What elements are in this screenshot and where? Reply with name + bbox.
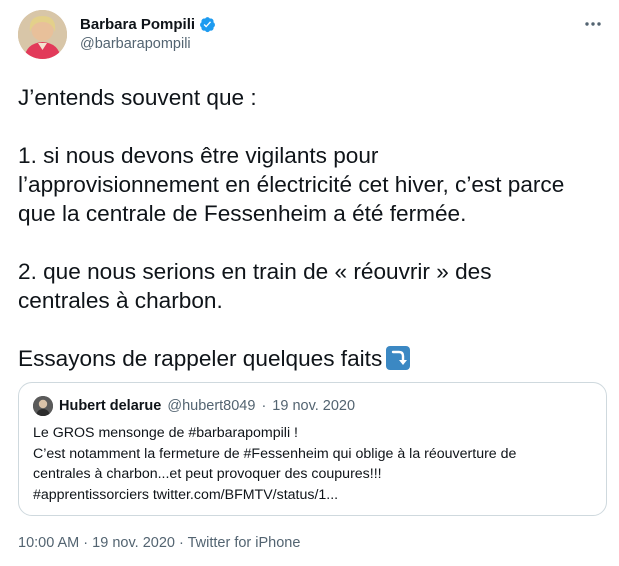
quoted-author-handle: @hubert8049 xyxy=(167,398,256,414)
tweet-line: 1. si nous devons être vigilants pour xyxy=(18,143,379,168)
tweet-line: l’approvisionnement en électricité cet h… xyxy=(18,172,565,197)
quoted-tweet[interactable]: Hubert delarue @hubert8049 · 19 nov. 202… xyxy=(18,382,607,516)
tweet-closing-text: Essayons de rappeler quelques faits xyxy=(18,346,383,371)
verified-badge-icon xyxy=(199,16,216,33)
quoted-line: Le GROS mensonge de #barbarapompili ! xyxy=(33,425,298,441)
tweet-line: centrales à charbon. xyxy=(18,288,223,313)
tweet-source[interactable]: Twitter for iPhone xyxy=(188,535,301,551)
tweet-line: J’entends souvent que : xyxy=(18,85,257,110)
author-name[interactable]: Barbara Pompili xyxy=(80,16,195,33)
tweet-date[interactable]: 19 nov. 2020 xyxy=(92,535,175,551)
quoted-line: #apprentissorciers twitter.com/BFMTV/sta… xyxy=(33,486,339,503)
tweet-line: 2. que nous serions en train de « réouvr… xyxy=(18,259,492,284)
tweet-closing-line: Essayons de rappeler quelques faits xyxy=(18,344,603,373)
separator-dot: · xyxy=(83,535,89,551)
right-arrow-curving-down-icon xyxy=(386,346,411,370)
more-horizontal-icon xyxy=(585,22,601,26)
separator-dot: · xyxy=(261,398,267,414)
author-handle[interactable]: @barbarapompili xyxy=(80,36,216,52)
quoted-date: 19 nov. 2020 xyxy=(272,398,356,414)
tweet-line: que la centrale de Fessenheim a été ferm… xyxy=(18,201,467,226)
quoted-tweet-text: Le GROS mensonge de #barbarapompili ! C’… xyxy=(33,423,598,505)
quoted-author-avatar xyxy=(33,396,53,416)
tweet-card: Barbara Pompili @barbarapompili J’entend… xyxy=(0,0,619,566)
tweet-time[interactable]: 10:00 AM xyxy=(18,535,79,551)
quoted-line: C’est notamment la fermeture de #Fessenh… xyxy=(33,445,517,462)
tweet-footer: 10:00 AM · 19 nov. 2020 · Twitter for iP… xyxy=(18,535,300,551)
tweet-text: J’entends souvent que : 1. si nous devon… xyxy=(18,83,603,373)
author-avatar[interactable] xyxy=(18,10,67,59)
author-info: Barbara Pompili @barbarapompili xyxy=(80,14,216,52)
quoted-author-name: Hubert delarue xyxy=(59,398,162,414)
more-options-button[interactable] xyxy=(583,14,603,34)
quoted-line: centrales à charbon...et peut provoquer … xyxy=(33,466,382,482)
separator-dot: · xyxy=(178,535,184,551)
